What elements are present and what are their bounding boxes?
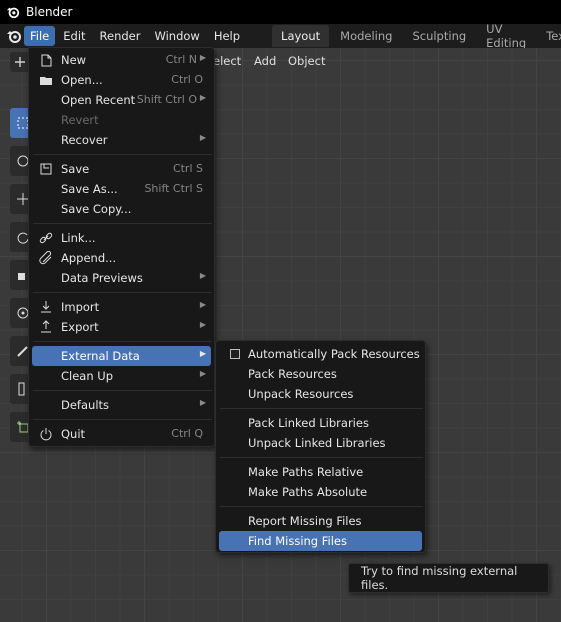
tab-texture[interactable]: Texture — [537, 25, 561, 47]
menu-item-find-missing-files[interactable]: Find Missing Files — [219, 531, 422, 551]
tab-modeling[interactable]: Modeling — [331, 25, 401, 47]
external-data-submenu: Automatically Pack Resources Pack Resour… — [215, 340, 426, 553]
menu-item-import[interactable]: Import ▶ — [32, 297, 211, 317]
save-icon — [38, 161, 54, 177]
tab-layout[interactable]: Layout — [272, 25, 330, 47]
submenu-arrow-icon: ▶ — [199, 93, 206, 102]
editor-type-icon[interactable] — [10, 52, 30, 72]
menu-separator — [33, 341, 212, 342]
menu-separator — [33, 223, 212, 224]
power-icon — [38, 426, 54, 442]
submenu-arrow-icon: ▶ — [199, 133, 206, 142]
auto-pack-checkbox[interactable] — [230, 349, 240, 359]
append-icon — [38, 250, 54, 266]
menu-item-pack-linked-libraries[interactable]: Pack Linked Libraries — [219, 413, 422, 433]
folder-icon — [38, 72, 54, 88]
menu-separator — [33, 390, 212, 391]
import-icon — [38, 299, 54, 315]
menu-item-make-paths-relative[interactable]: Make Paths Relative — [219, 462, 422, 482]
submenu-arrow-icon: ▶ — [199, 320, 206, 329]
menu-item-link[interactable]: Link... — [32, 228, 211, 248]
menu-item-export[interactable]: Export ▶ — [32, 317, 211, 337]
menu-item-save[interactable]: Save Ctrl S — [32, 159, 211, 179]
menu-help[interactable]: Help — [208, 26, 246, 46]
menu-item-open[interactable]: Open... Ctrl O — [32, 70, 211, 90]
tooltip-text: Try to find missing external files. — [361, 564, 518, 592]
menu-item-clean-up[interactable]: Clean Up ▶ — [32, 366, 211, 386]
new-file-icon — [38, 52, 54, 68]
menu-item-defaults[interactable]: Defaults ▶ — [32, 395, 211, 415]
menu-item-auto-pack-resources[interactable]: Automatically Pack Resources — [219, 344, 422, 364]
top-menu-bar: File Edit Render Window Help Layout Mode… — [0, 22, 561, 50]
menu-item-unpack-resources[interactable]: Unpack Resources — [219, 384, 422, 404]
menu-render[interactable]: Render — [94, 26, 147, 46]
blender-menu-icon[interactable] — [6, 28, 22, 44]
workspace-tabs: Layout Modeling Sculpting UV Editing Tex… — [272, 22, 561, 50]
menu-item-save-copy[interactable]: Save Copy... — [32, 199, 211, 219]
menu-separator — [220, 506, 423, 507]
menu-file[interactable]: File — [24, 26, 56, 46]
menu-window[interactable]: Window — [148, 26, 205, 46]
menu-separator — [33, 292, 212, 293]
menu-edit[interactable]: Edit — [57, 26, 91, 46]
menu-item-report-missing-files[interactable]: Report Missing Files — [219, 511, 422, 531]
file-menu: New Ctrl N ▶ Open... Ctrl O Open Recent … — [28, 47, 215, 447]
menu-item-make-paths-absolute[interactable]: Make Paths Absolute — [219, 482, 422, 502]
menu-separator — [220, 408, 423, 409]
menu-item-append[interactable]: Append... — [32, 248, 211, 268]
menu-separator — [220, 457, 423, 458]
menu-item-save-as[interactable]: Save As... Shift Ctrl S — [32, 179, 211, 199]
viewport-menu-select[interactable]: elect — [213, 54, 241, 68]
menu-separator — [33, 154, 212, 155]
submenu-arrow-icon: ▶ — [199, 53, 206, 62]
viewport-menu-object[interactable]: Object — [288, 54, 325, 68]
link-icon — [38, 230, 54, 246]
menu-separator — [33, 419, 212, 420]
submenu-arrow-icon: ▶ — [199, 300, 206, 309]
submenu-arrow-icon: ▶ — [199, 271, 206, 280]
export-icon — [38, 319, 54, 335]
menu-item-unpack-linked-libraries[interactable]: Unpack Linked Libraries — [219, 433, 422, 453]
submenu-arrow-icon: ▶ — [199, 369, 206, 378]
submenu-arrow-icon: ▶ — [199, 398, 206, 407]
menu-item-recover[interactable]: Recover ▶ — [32, 130, 211, 150]
menu-item-open-recent[interactable]: Open Recent Shift Ctrl O ▶ — [32, 90, 211, 110]
menu-item-new[interactable]: New Ctrl N ▶ — [32, 50, 211, 70]
menu-item-external-data[interactable]: External Data ▶ — [32, 346, 211, 366]
menu-item-revert: Revert — [61, 113, 99, 127]
submenu-arrow-icon: ▶ — [199, 349, 206, 358]
menu-item-quit[interactable]: Quit Ctrl Q — [32, 424, 211, 444]
menu-item-data-previews[interactable]: Data Previews ▶ — [32, 268, 211, 288]
blender-logo-icon — [6, 7, 20, 19]
menu-item-pack-resources[interactable]: Pack Resources — [219, 364, 422, 384]
tooltip: Try to find missing external files. — [348, 563, 549, 593]
viewport-menu-add[interactable]: Add — [254, 54, 276, 68]
tab-sculpting[interactable]: Sculpting — [403, 25, 475, 47]
app-title: Blender — [26, 5, 73, 19]
